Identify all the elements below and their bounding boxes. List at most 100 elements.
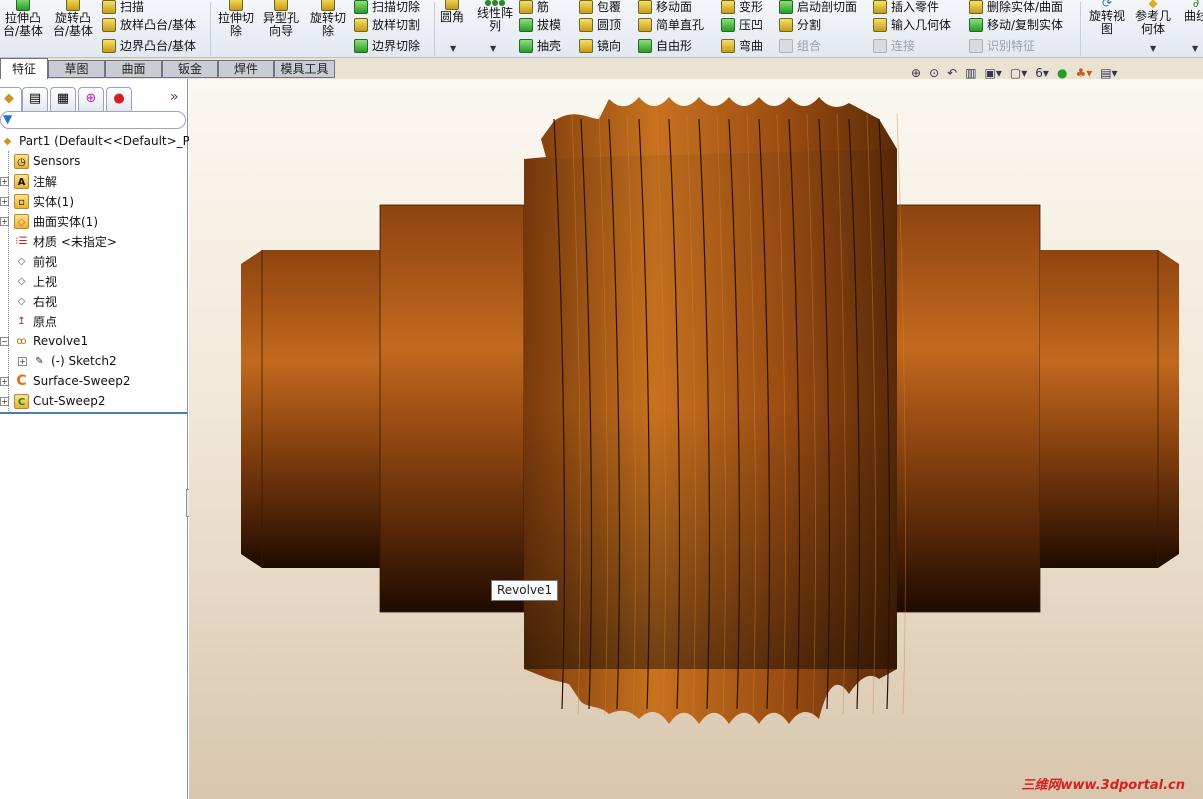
- zoom-to-fit-icon[interactable]: ⊕: [911, 66, 921, 81]
- expand-cut-sweep2-toggle[interactable]: +: [0, 397, 9, 406]
- collapse-revolve1-toggle[interactable]: −: [0, 337, 9, 346]
- solid-bodies-icon: ▫: [14, 193, 29, 209]
- revolve-cut-button[interactable]: 旋转切 除: [305, 0, 351, 38]
- tab-weldments[interactable]: 焊件: [218, 60, 274, 78]
- expand-surface-bodies-toggle[interactable]: +: [0, 217, 9, 226]
- wrap-button[interactable]: 包覆: [579, 0, 621, 14]
- heads-up-view-toolbar: ⊕ ⊙ ↶ ▥ ▣▾ ▢▾ 6▾ ● ♣▾ ▤▾: [911, 66, 1118, 81]
- loft-cut-icon: [354, 18, 368, 32]
- tree-item-right-plane[interactable]: ◇ 右视: [14, 291, 57, 311]
- linear-pattern-button[interactable]: ●●● 线性阵 列: [472, 0, 518, 33]
- tab-sketch[interactable]: 草图: [48, 60, 105, 78]
- expand-solid-bodies-toggle[interactable]: +: [0, 197, 9, 206]
- section-view-button[interactable]: 启动剖切面: [779, 0, 857, 14]
- dimxpert-tab-icon[interactable]: ⊕: [78, 87, 104, 111]
- indent-button[interactable]: 压凹: [721, 18, 763, 32]
- simple-hole-button[interactable]: 简单直孔: [638, 18, 704, 32]
- revolve-boss-button[interactable]: 旋转凸 台/基体: [50, 0, 96, 38]
- insert-part-button[interactable]: 插入零件: [873, 0, 939, 14]
- rib-button[interactable]: 筋: [519, 0, 549, 14]
- display-manager-tab-icon[interactable]: ●: [106, 87, 132, 111]
- simple-hole-icon: [638, 18, 652, 32]
- join-button[interactable]: 连接: [873, 39, 915, 53]
- tree-item-cut-sweep2[interactable]: C Cut-Sweep2: [14, 391, 105, 411]
- worm-gear-model[interactable]: [189, 79, 1203, 799]
- zoom-to-area-icon[interactable]: ⊙: [929, 66, 939, 81]
- loft-cut-button[interactable]: 放样切割: [354, 18, 420, 32]
- deform-button[interactable]: 变形: [721, 0, 763, 14]
- sweep-button[interactable]: 扫描: [102, 0, 144, 14]
- tree-item-front-plane[interactable]: ◇ 前视: [14, 251, 57, 271]
- configuration-manager-tab-icon[interactable]: ▦: [50, 87, 76, 111]
- split-button[interactable]: 分割: [779, 18, 821, 32]
- loft-boss-button[interactable]: 放样凸台/基体: [102, 18, 196, 32]
- section-view-icon[interactable]: ▥: [965, 66, 976, 81]
- tab-surfaces[interactable]: 曲面: [105, 60, 162, 78]
- import-geometry-button[interactable]: 输入几何体: [873, 18, 951, 32]
- sweep-cut-button[interactable]: 扫描切除: [354, 0, 420, 14]
- move-copy-body-button[interactable]: 移动/复制实体: [969, 18, 1063, 32]
- expand-sketch2-toggle[interactable]: +: [18, 357, 27, 366]
- tree-item-solid-bodies[interactable]: ▫ 实体(1): [14, 191, 74, 211]
- boundary-cut-button[interactable]: 边界切除: [354, 39, 420, 53]
- tree-item-material[interactable]: ⁝☰ 材质 <未指定>: [14, 231, 117, 251]
- rib-icon: [519, 0, 533, 14]
- cut-sweep-icon: C: [14, 393, 29, 409]
- tree-item-revolve1[interactable]: ꝏ Revolve1: [14, 331, 88, 351]
- curves-icon: ∂: [1192, 0, 1200, 10]
- mirror-button[interactable]: 镜向: [579, 39, 621, 53]
- reference-geometry-button[interactable]: ◆ 参考几 何体: [1130, 0, 1176, 36]
- edit-appearance-icon[interactable]: ●: [1057, 66, 1067, 81]
- view-orientation-icon[interactable]: ▣▾: [985, 66, 1002, 81]
- extrude-boss-button[interactable]: 拉伸凸 台/基体: [0, 0, 46, 38]
- view-settings-icon[interactable]: ▤▾: [1100, 66, 1117, 81]
- tree-item-surface-sweep2[interactable]: C Surface-Sweep2: [14, 371, 130, 391]
- hole-wizard-button[interactable]: 异型孔 向导: [258, 0, 304, 38]
- linear-pattern-dropdown-arrow[interactable]: ▼: [490, 44, 496, 53]
- display-style-icon[interactable]: ▢▾: [1010, 66, 1027, 81]
- rotate-view-button[interactable]: ⟳ 旋转视 图: [1084, 0, 1130, 36]
- tree-item-origin[interactable]: ↥ 原点: [14, 311, 57, 331]
- tree-item-surface-bodies[interactable]: ◇ 曲面实体(1): [14, 211, 98, 231]
- curves-button[interactable]: ∂曲线: [1176, 0, 1203, 23]
- boundary-boss-button[interactable]: 边界凸台/基体: [102, 39, 196, 53]
- curves-dropdown-arrow[interactable]: ▼: [1192, 44, 1198, 53]
- reference-geometry-dropdown-arrow[interactable]: ▼: [1150, 44, 1156, 53]
- dome-button[interactable]: 圆顶: [579, 18, 621, 32]
- expand-surface-sweep2-toggle[interactable]: +: [0, 377, 9, 386]
- tree-item-top-plane[interactable]: ◇ 上视: [14, 271, 57, 291]
- tab-sheet-metal[interactable]: 钣金: [162, 60, 218, 78]
- left-shaft-collar: [379, 204, 525, 613]
- tree-item-sketch2[interactable]: ✎ (-) Sketch2: [32, 351, 116, 371]
- tree-item-sensors[interactable]: ◷ Sensors: [14, 151, 80, 171]
- tab-mold-tools[interactable]: 模具工具: [274, 60, 335, 78]
- fillet-button[interactable]: 圆角: [432, 0, 472, 24]
- tab-features[interactable]: 特征: [0, 58, 48, 79]
- rollback-bar[interactable]: [0, 412, 187, 414]
- sweep-cut-icon: [354, 0, 368, 14]
- draft-button[interactable]: 拔模: [519, 18, 561, 32]
- shell-button[interactable]: 抽壳: [519, 39, 561, 53]
- fillet-dropdown-arrow[interactable]: ▼: [450, 44, 456, 53]
- sensors-icon: ◷: [14, 153, 29, 169]
- tree-filter-input[interactable]: ▼: [0, 111, 186, 129]
- combine-button[interactable]: 组合: [779, 39, 821, 53]
- property-manager-tab-icon[interactable]: ▤: [22, 87, 48, 111]
- tree-item-part1[interactable]: ◆ Part1 (Default<<Default>_Ph: [0, 131, 198, 151]
- move-face-button[interactable]: 移动面: [638, 0, 692, 14]
- apply-scene-icon[interactable]: ♣▾: [1075, 66, 1092, 81]
- revolve-boss-icon: [66, 0, 80, 11]
- more-tabs-button[interactable]: »: [170, 89, 179, 105]
- flex-button[interactable]: 弯曲: [721, 39, 763, 53]
- graphics-viewport[interactable]: Revolve1 三维网www.3dportal.cn: [189, 79, 1203, 799]
- expand-annotations-toggle[interactable]: +: [0, 177, 9, 186]
- extrude-cut-button[interactable]: 拉伸切 除: [213, 0, 259, 38]
- feature-works-button[interactable]: 识别特征: [969, 39, 1035, 53]
- tree-item-annotations[interactable]: A 注解: [14, 171, 57, 191]
- plane-icon: ◇: [17, 295, 26, 307]
- freeform-button[interactable]: 自由形: [638, 39, 692, 53]
- delete-body-button[interactable]: 删除实体/曲面: [969, 0, 1063, 14]
- feature-manager-tab-icon[interactable]: ◆: [0, 87, 22, 111]
- hide-show-items-icon[interactable]: 6▾: [1035, 66, 1049, 81]
- previous-view-icon[interactable]: ↶: [947, 66, 957, 81]
